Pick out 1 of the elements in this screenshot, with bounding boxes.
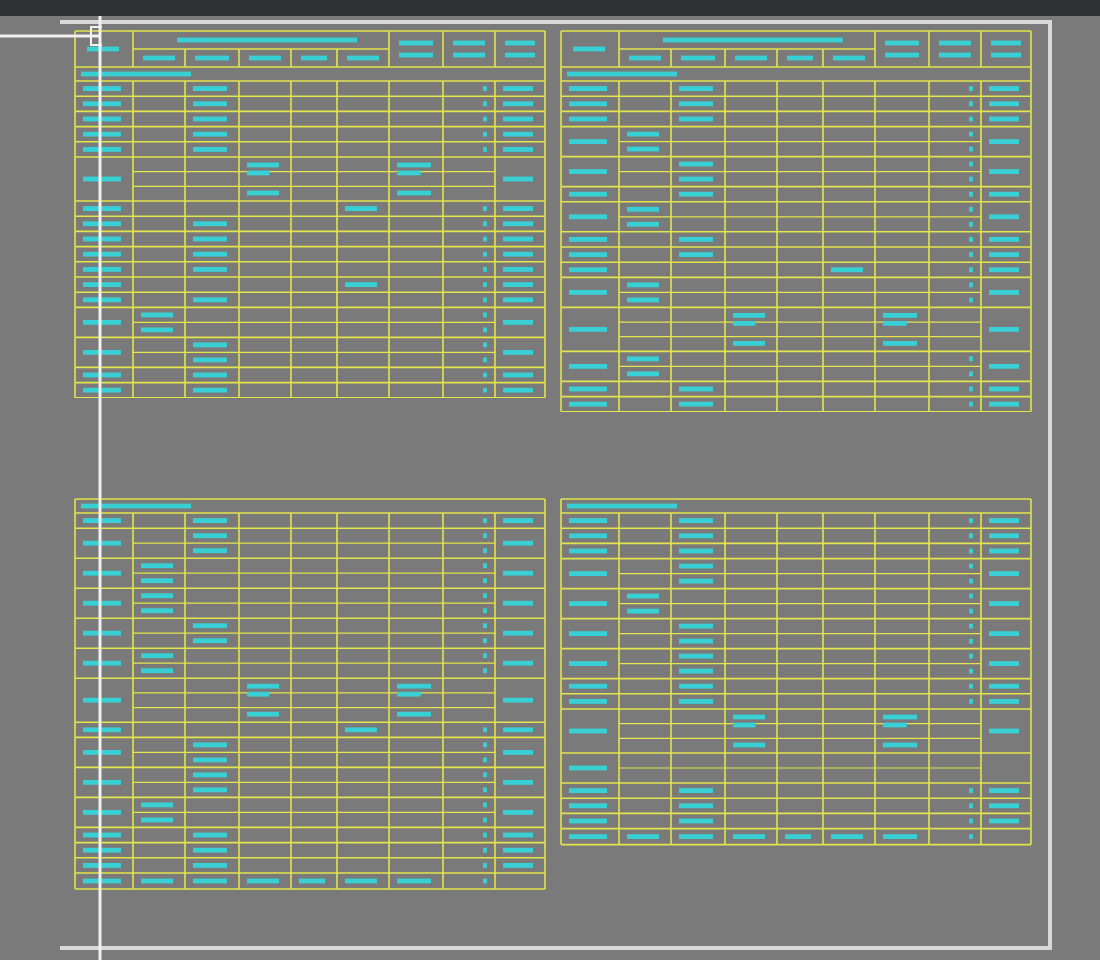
- crosshair-icon: [0, 16, 102, 960]
